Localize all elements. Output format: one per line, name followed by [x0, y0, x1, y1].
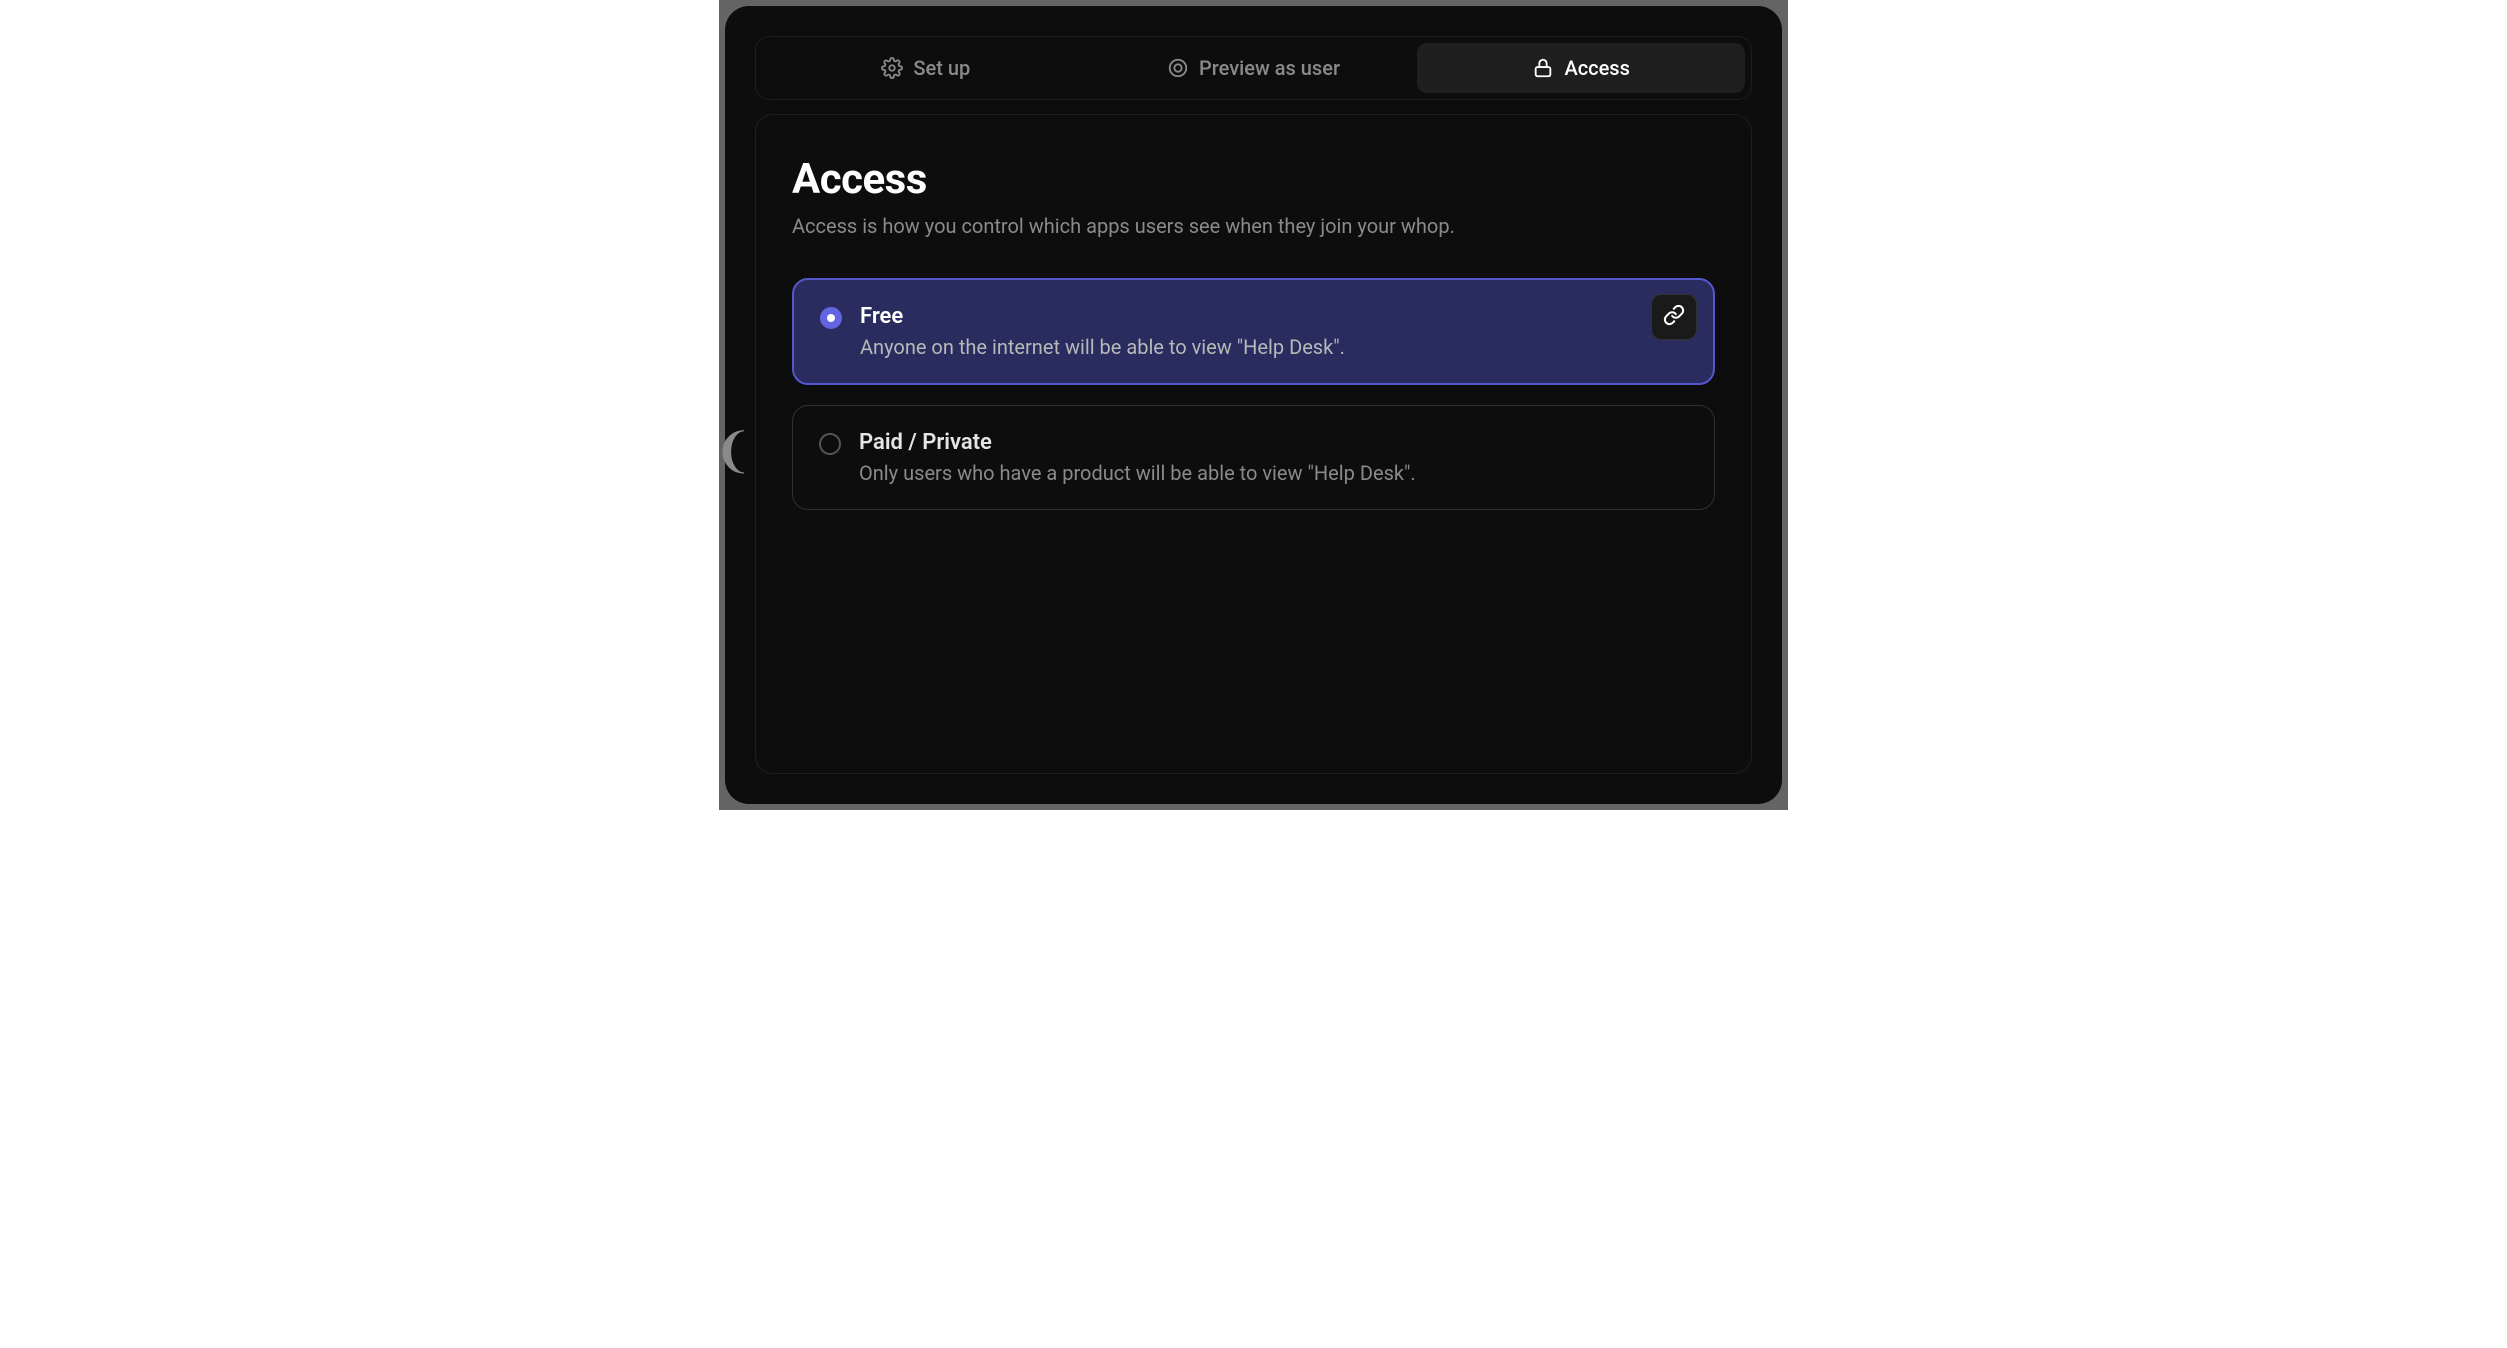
link-button[interactable]	[1651, 294, 1697, 340]
option-free[interactable]: Free Anyone on the internet will be able…	[792, 278, 1715, 385]
tab-access[interactable]: Access	[1417, 43, 1745, 93]
tab-preview[interactable]: Preview as user	[1090, 43, 1418, 93]
radio-free[interactable]	[820, 307, 842, 329]
option-free-title: Free	[860, 304, 1687, 329]
tab-setup-label: Set up	[913, 56, 970, 80]
tabs-bar: Set up Preview as user A	[755, 36, 1752, 100]
tab-setup[interactable]: Set up	[762, 43, 1090, 93]
content-card: Access Access is how you control which a…	[755, 114, 1752, 774]
option-paid[interactable]: Paid / Private Only users who have a pro…	[792, 405, 1715, 510]
radio-paid[interactable]	[819, 433, 841, 455]
drag-handle[interactable]: ❨	[713, 422, 753, 479]
option-paid-title: Paid / Private	[859, 430, 1688, 455]
gear-icon	[881, 57, 903, 79]
option-free-content: Free Anyone on the internet will be able…	[860, 304, 1687, 359]
tab-access-label: Access	[1564, 56, 1629, 80]
option-paid-description: Only users who have a product will be ab…	[859, 461, 1688, 485]
page-title: Access	[792, 155, 1715, 204]
page-description: Access is how you control which apps use…	[792, 214, 1715, 238]
option-paid-content: Paid / Private Only users who have a pro…	[859, 430, 1688, 485]
link-icon	[1663, 304, 1685, 330]
eye-icon	[1167, 57, 1189, 79]
option-free-description: Anyone on the internet will be able to v…	[860, 335, 1687, 359]
lock-icon	[1532, 57, 1554, 79]
tab-preview-label: Preview as user	[1199, 56, 1340, 80]
